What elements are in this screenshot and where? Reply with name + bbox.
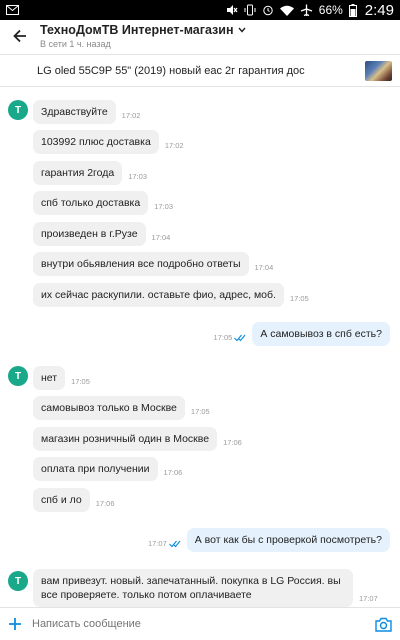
online-status: В сети 1 ч. назад xyxy=(40,39,111,49)
message-text: оплата при получении xyxy=(33,457,158,481)
message-time: 17:04 xyxy=(151,233,171,242)
message-text: произведен в г.Рузе xyxy=(33,222,146,246)
message-text: их сейчас раскупили. оставьте фио, адрес… xyxy=(33,283,284,307)
message-time: 17:06 xyxy=(223,438,242,447)
message-text: А самовывоз в спб есть? xyxy=(252,322,390,346)
status-bar-left xyxy=(6,5,19,15)
camera-button[interactable] xyxy=(375,617,392,632)
message-time: 17:06 xyxy=(163,468,183,477)
attach-button[interactable] xyxy=(8,617,22,631)
seller-avatar[interactable]: T xyxy=(8,100,28,120)
battery-icon xyxy=(348,3,357,17)
airplane-icon xyxy=(300,4,313,17)
message-time: 17:07 xyxy=(359,594,378,603)
message-text: внутри обьявления все подробно ответы xyxy=(33,252,249,276)
message-text: вам привезут. новый. запечатанный. покуп… xyxy=(33,569,353,607)
message-time: 17:05 xyxy=(213,333,233,342)
chat-header: ТехноДомТВ Интернет-магазин В сети 1 ч. … xyxy=(0,20,400,52)
message-time: 17:04 xyxy=(254,263,274,272)
message-list[interactable]: T Здравствуйте 17:02 103992 плюс доставк… xyxy=(0,88,400,607)
message-text: Здравствуйте xyxy=(33,100,116,124)
message-text: А вот как бы с проверкой посмотреть? xyxy=(186,528,390,552)
message-incoming: вам привезут. новый. запечатанный. покуп… xyxy=(33,569,384,607)
message-incoming: оплата при получении 17:06 xyxy=(33,457,188,481)
back-button[interactable] xyxy=(0,20,40,52)
vibrate-icon xyxy=(244,4,256,16)
listing-title: LG oled 55C9P 55" (2019) новый eac 2г га… xyxy=(37,64,305,77)
status-bar: 66% 2:49 xyxy=(0,0,400,20)
listing-thumbnail[interactable] xyxy=(365,60,392,81)
alarm-icon xyxy=(262,4,274,16)
message-outgoing: 17:05 А самовывоз в спб есть? xyxy=(214,322,390,346)
message-time: 17:07 xyxy=(147,539,167,548)
wifi-icon xyxy=(279,5,294,16)
mute-icon xyxy=(226,4,238,16)
message-incoming: 103992 плюс доставка 17:02 xyxy=(33,130,190,154)
double-check-icon xyxy=(168,540,181,547)
back-arrow-icon xyxy=(13,29,26,43)
chevron-down-icon[interactable] xyxy=(237,27,246,33)
seller-avatar[interactable]: T xyxy=(8,366,28,386)
message-text: самовывоз только в Москве xyxy=(33,396,185,420)
message-time: 17:03 xyxy=(154,202,174,211)
message-time: 17:05 xyxy=(289,294,309,303)
battery-percent: 66% xyxy=(318,3,343,17)
listing-bar[interactable]: LG oled 55C9P 55" (2019) новый eac 2г га… xyxy=(0,54,400,87)
message-time: 17:05 xyxy=(190,407,210,416)
status-bar-right: 66% 2:49 xyxy=(226,2,394,19)
message-incoming: гарантия 2года 17:03 xyxy=(33,161,153,185)
message-time: 17:05 xyxy=(71,377,90,386)
message-text: 103992 плюс доставка xyxy=(33,130,159,154)
message-time: 17:02 xyxy=(164,141,184,150)
message-input[interactable] xyxy=(32,618,375,630)
message-text: магазин розничный один в Москве xyxy=(33,427,218,451)
seller-name: ТехноДомТВ Интернет-магазин xyxy=(40,23,234,37)
message-incoming: нет 17:05 xyxy=(33,366,96,390)
message-incoming: спб только доставка 17:03 xyxy=(33,191,179,215)
message-outgoing: 17:07 А вот как бы с проверкой посмотрет… xyxy=(148,528,390,552)
double-check-icon xyxy=(234,334,246,341)
message-time: 17:06 xyxy=(95,499,115,508)
message-time: 17:02 xyxy=(121,111,141,120)
message-text: гарантия 2года xyxy=(33,161,123,185)
clock: 2:49 xyxy=(364,1,394,19)
message-time: 17:03 xyxy=(128,172,147,181)
message-incoming: самовывоз только в Москве 17:05 xyxy=(33,396,216,420)
message-incoming: спб и ло 17:06 xyxy=(33,488,121,512)
message-incoming: произведен в г.Рузе 17:04 xyxy=(33,222,176,246)
camera-icon xyxy=(375,617,392,632)
chat-title-block[interactable]: ТехноДомТВ Интернет-магазин В сети 1 ч. … xyxy=(40,23,246,49)
plus-icon xyxy=(9,618,21,630)
mail-icon xyxy=(6,5,19,15)
message-text: спб и ло xyxy=(33,488,90,512)
seller-avatar[interactable]: T xyxy=(8,571,28,591)
message-incoming: Здравствуйте 17:02 xyxy=(33,100,146,124)
message-text: нет xyxy=(33,366,66,390)
message-incoming: магазин розничный один в Москве 17:06 xyxy=(33,427,248,451)
message-text: спб только доставка xyxy=(33,191,149,215)
composer xyxy=(0,607,400,640)
message-incoming: внутри обьявления все подробно ответы 17… xyxy=(33,252,279,276)
message-incoming: их сейчас раскупили. оставьте фио, адрес… xyxy=(33,283,315,307)
